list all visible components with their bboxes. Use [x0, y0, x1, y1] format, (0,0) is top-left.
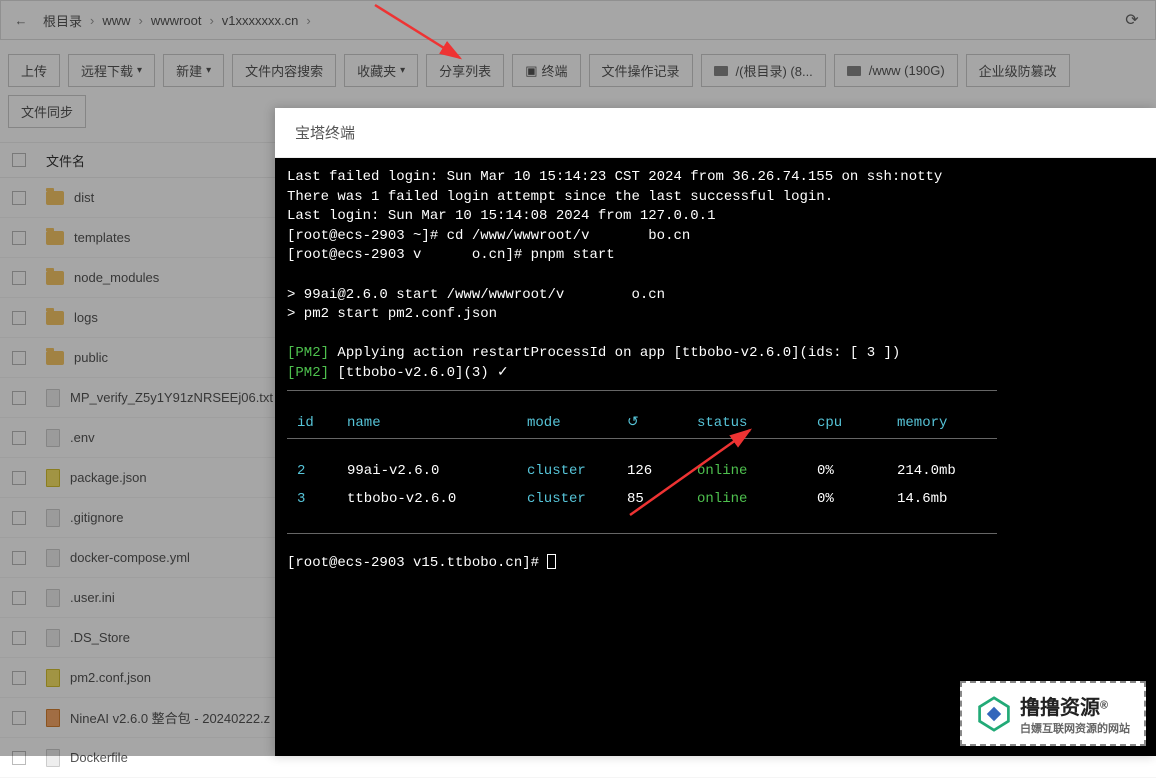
th-memory: memory [887, 410, 987, 438]
terminal-title: 宝塔终端 [275, 108, 1156, 158]
pm2-table: idnamemode↺statuscpumemory 299ai-v2.6.0c… [287, 390, 997, 535]
th-id: id [287, 410, 337, 438]
watermark: 撸撸资源® 白嫖互联网资源的网站 [960, 681, 1146, 746]
th-name: name [337, 410, 517, 438]
pm2-row: 3ttbobo-v2.6.0cluster85online0%14.6mb [287, 486, 997, 514]
th-mode: mode [517, 410, 617, 438]
pm2-row: 299ai-v2.6.0cluster126online0%214.0mb [287, 458, 997, 486]
terminal-output[interactable]: Last failed login: Sun Mar 10 15:14:23 C… [275, 158, 1156, 756]
th-status: status [687, 410, 807, 438]
th-restart: ↺ [617, 410, 687, 438]
watermark-text: 撸撸资源® 白嫖互联网资源的网站 [1020, 691, 1130, 736]
th-cpu: cpu [807, 410, 887, 438]
terminal-cursor [547, 554, 556, 569]
watermark-logo-icon [976, 696, 1012, 732]
terminal-modal: 宝塔终端 Last failed login: Sun Mar 10 15:14… [275, 108, 1156, 756]
